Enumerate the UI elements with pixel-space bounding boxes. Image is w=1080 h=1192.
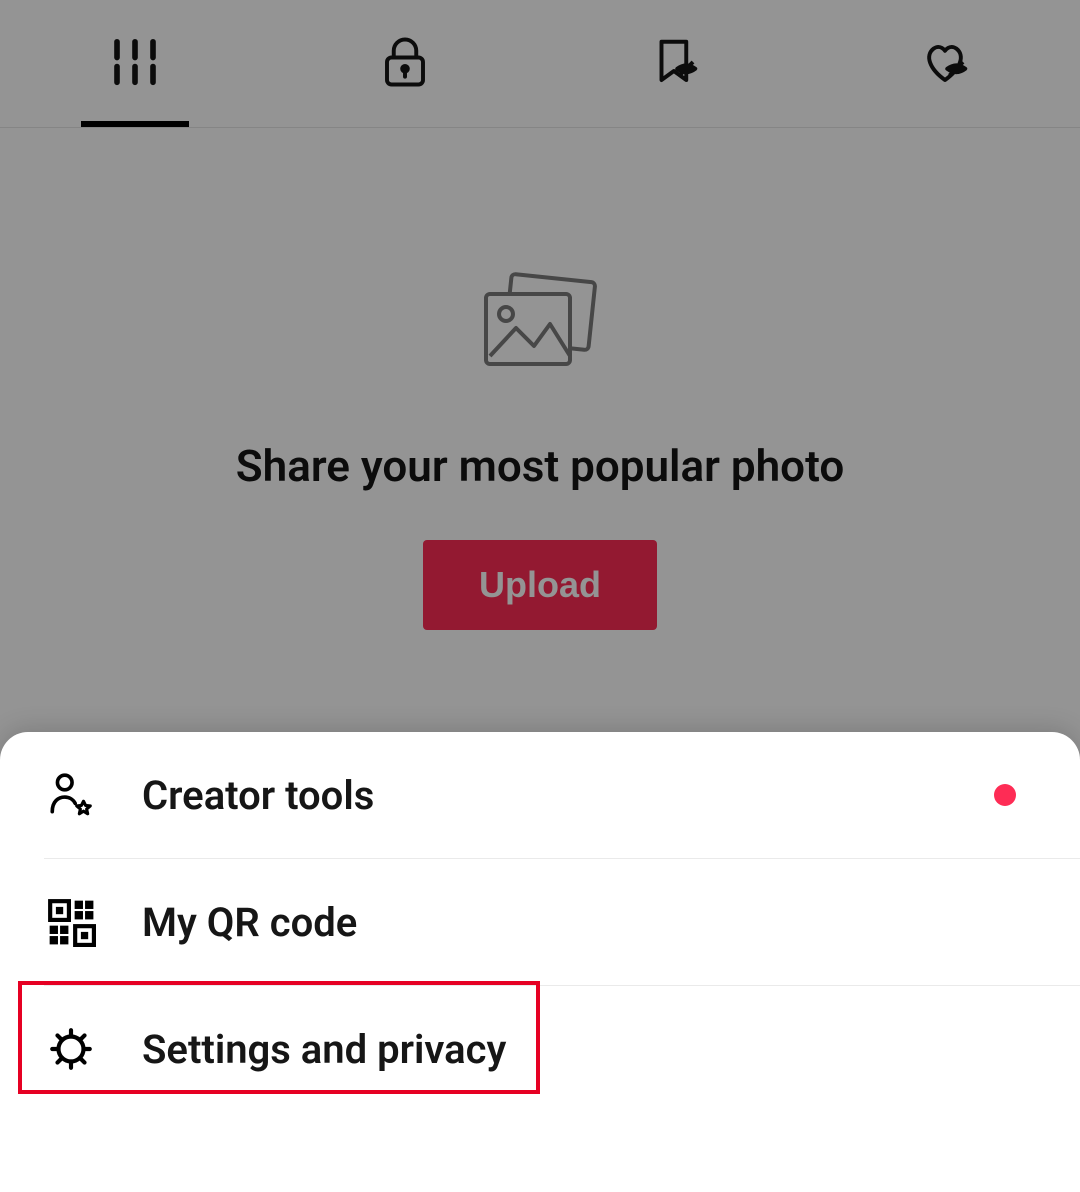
menu-item-qr-code[interactable]: My QR code xyxy=(44,858,1080,985)
menu-item-creator-tools[interactable]: Creator tools xyxy=(0,732,1080,858)
qr-code-icon xyxy=(44,895,98,949)
profile-tabs xyxy=(0,0,1080,128)
bookmark-hidden-icon xyxy=(648,35,702,93)
empty-state: Share your most popular photo Upload xyxy=(0,128,1080,630)
menu-item-settings-privacy[interactable]: Settings and privacy xyxy=(44,985,1080,1112)
grid-icon xyxy=(108,35,162,93)
tab-heart-hidden[interactable] xyxy=(810,0,1080,127)
lock-icon xyxy=(378,35,432,93)
notification-dot xyxy=(994,784,1016,806)
photos-icon xyxy=(470,268,610,392)
creator-tools-icon xyxy=(44,768,98,822)
heart-hidden-icon xyxy=(918,35,972,93)
options-sheet: Creator tools xyxy=(0,732,1080,1192)
tab-grid[interactable] xyxy=(0,0,270,127)
menu-label: Settings and privacy xyxy=(142,1026,506,1073)
profile-screen: Share your most popular photo Upload Cre… xyxy=(0,0,1080,1192)
empty-state-title: Share your most popular photo xyxy=(236,440,844,492)
settings-icon xyxy=(44,1022,98,1076)
upload-button[interactable]: Upload xyxy=(423,540,657,630)
menu-label: Creator tools xyxy=(142,772,374,819)
tab-locked[interactable] xyxy=(270,0,540,127)
menu-label: My QR code xyxy=(142,899,357,946)
tab-bookmark-hidden[interactable] xyxy=(540,0,810,127)
